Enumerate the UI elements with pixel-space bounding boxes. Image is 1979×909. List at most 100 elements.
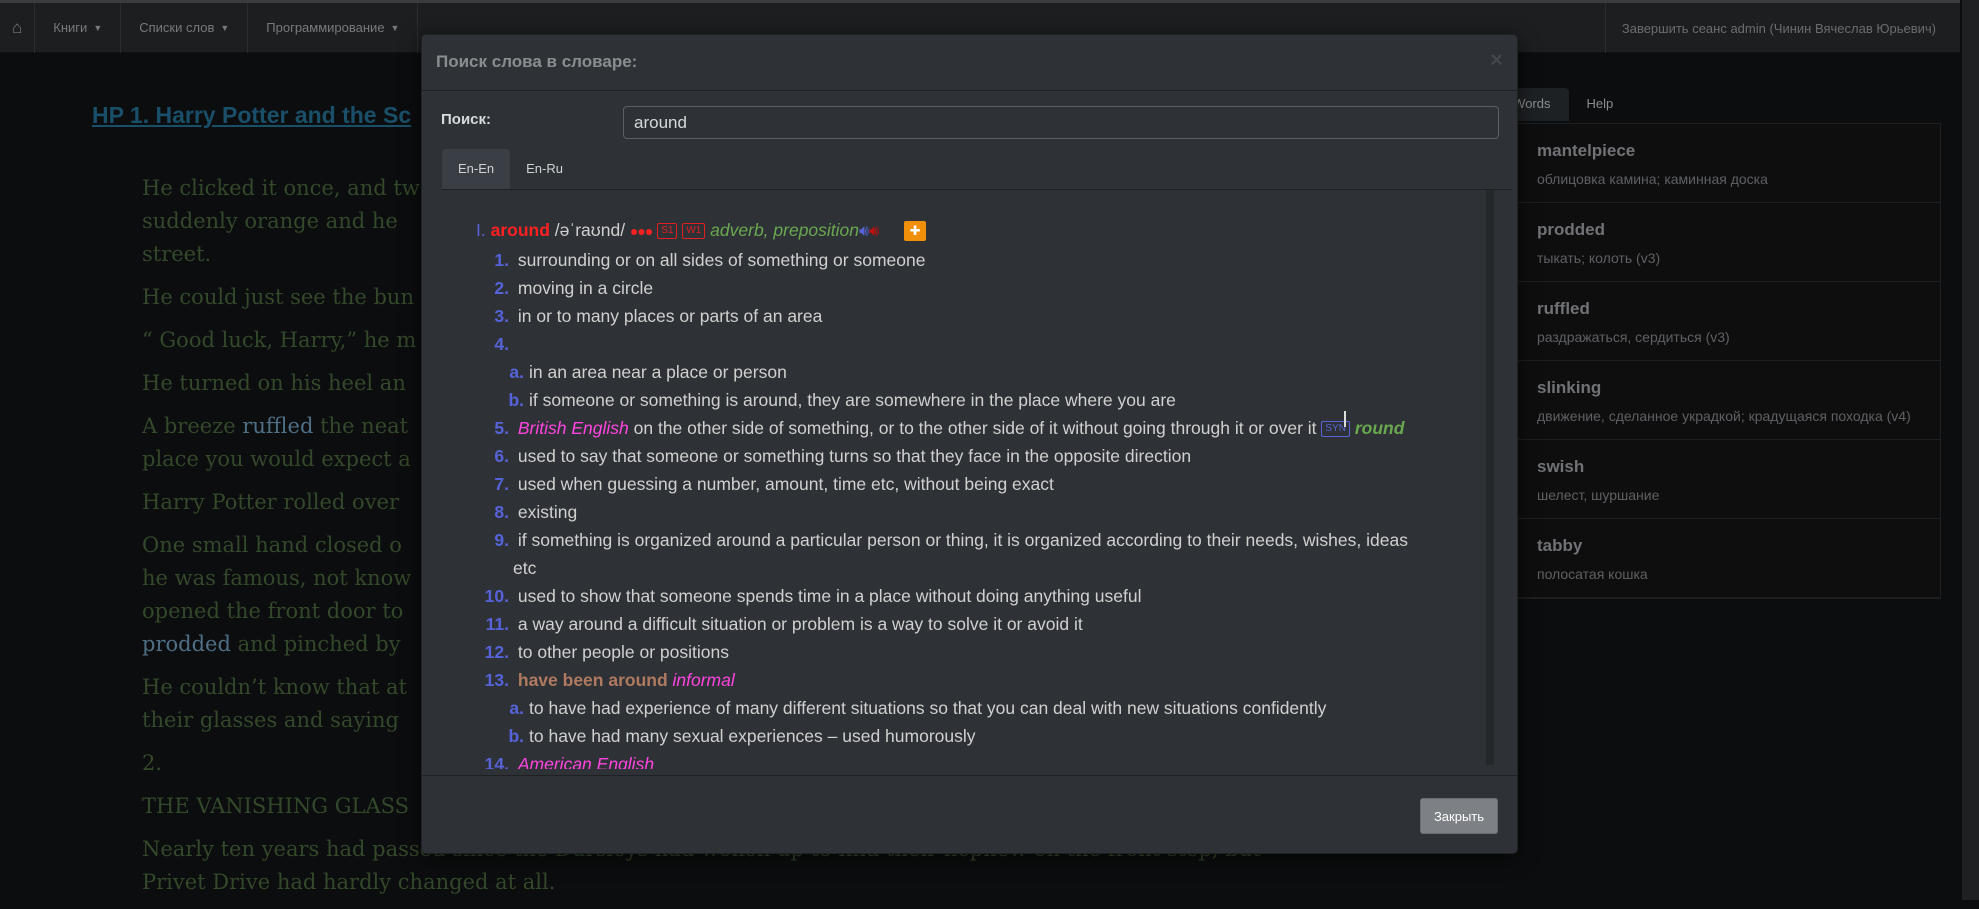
synonym-link[interactable]: round [1355, 418, 1405, 438]
book-text-line: Privet Drive had hardly changed at all. [142, 870, 556, 894]
highlighted-word[interactable]: ruffled [242, 414, 313, 438]
sense-number: 6. [494, 446, 509, 466]
speaker-blue-icon[interactable]: 🔊︎ [859, 223, 869, 240]
caret-down-icon: ▼ [93, 22, 103, 33]
word-list: mantelpiece облицовка камина; каминная до… [1500, 123, 1941, 599]
content-scrollbar[interactable] [1486, 190, 1494, 765]
dictionary-content: I. around /əˈraʊnd/ ●●● S1 W1 adverb, pr… [442, 189, 1512, 769]
book-title[interactable]: HP 1. Harry Potter and the Sc [92, 102, 411, 129]
close-icon[interactable]: × [1490, 47, 1503, 73]
book-text-line: and pinched by [230, 632, 401, 656]
sense: 6. used to say that someone or something… [442, 442, 1482, 470]
translation: шелест, шуршание [1537, 487, 1660, 503]
sense: 13. have been around informal [442, 666, 1482, 694]
nav-label: Списки слов [139, 20, 215, 35]
badge-s1: S1 [657, 223, 678, 240]
sense: 14. American English [442, 750, 1482, 769]
sense-text: if something is organized around a parti… [517, 530, 1408, 550]
part-of-speech: adverb, preposition [710, 220, 860, 240]
book-text-line: He could just see the bun [142, 285, 414, 309]
speaker-red-icon[interactable]: 🔊︎ [869, 223, 879, 240]
book-text-line: street. [142, 242, 212, 266]
sense: 1. surrounding or on all sides of someth… [442, 246, 1482, 274]
book-text-line: place you would expect a [142, 447, 411, 471]
sense-number: 5. [494, 418, 509, 438]
word: prodded [1537, 220, 1605, 239]
sense-text: surrounding or on all sides of something… [517, 250, 926, 270]
translation: тыкать; колоть (v3) [1537, 250, 1661, 266]
sense: 5. British English on the other side of … [442, 414, 1482, 442]
page-scrollbar[interactable] [1962, 0, 1979, 900]
word-list-item[interactable]: ruffled раздражаться, сердиться (v3) [1501, 282, 1940, 361]
book-text-line: he was famous, not know [142, 566, 412, 590]
home-icon[interactable]: ⌂ [0, 2, 36, 53]
word: tabby [1537, 536, 1583, 555]
sense-number: 3. [494, 306, 509, 326]
nav-books[interactable]: Книги ▼ [35, 2, 122, 53]
sense-number: 13. [484, 670, 509, 690]
book-text-line: Harry Potter rolled over [142, 490, 400, 514]
dictionary-tabs: En-En En-Ru [442, 149, 579, 189]
sense-number: 8. [494, 502, 509, 522]
tab-en-en[interactable]: En-En [442, 149, 511, 189]
sense: 8. existing [442, 498, 1482, 526]
word-list-item[interactable]: mantelpiece облицовка камина; каминная до… [1501, 124, 1940, 203]
book-text-line: the neat [313, 414, 409, 438]
search-label: Поиск: [441, 111, 492, 128]
sub-sense: b. to have had many sexual experiences – … [442, 722, 1482, 750]
entry-roman: I. [476, 220, 486, 240]
book-text-line: He clicked it once, and tw [142, 176, 420, 200]
sense-number: 9. [494, 530, 509, 550]
sub-sense-text: to have had many sexual experiences – us… [529, 726, 976, 746]
sense-number: 11. [485, 614, 509, 634]
book-text-line: opened the front door to [142, 599, 404, 623]
word-list-item[interactable]: slinking движение, сделанное украдкой; кр… [1501, 361, 1940, 440]
sense-text: existing [517, 502, 578, 522]
nav-programming[interactable]: Программирование ▼ [248, 2, 419, 53]
sense-text: moving in a circle [517, 278, 654, 298]
sense: 3. in or to many places or parts of an a… [442, 302, 1482, 330]
sense-text: in or to many places or parts of an area [517, 306, 823, 326]
close-button[interactable]: Закрыть [1420, 798, 1498, 834]
headword: around [490, 220, 550, 240]
search-input[interactable] [623, 106, 1499, 139]
modal-title: Поиск слова в словаре: [436, 52, 638, 71]
translation: полосатая кошка [1537, 566, 1648, 582]
caret-down-icon: ▼ [390, 22, 400, 33]
sub-sense: b. if someone or something is around, the… [442, 386, 1482, 414]
dictionary-entry: I. around /əˈraʊnd/ ●●● S1 W1 adverb, pr… [442, 216, 1482, 769]
entry-heading: I. around /əˈraʊnd/ ●●● S1 W1 adverb, pr… [442, 216, 1482, 246]
sense-text: used to say that someone or something tu… [517, 446, 1192, 466]
register-label: informal [672, 670, 735, 690]
sense: 2. moving in a circle [442, 274, 1482, 302]
nav-word-lists[interactable]: Списки слов ▼ [121, 2, 249, 53]
sense: 4. [442, 330, 1482, 358]
word-list-item[interactable]: prodded тыкать; колоть (v3) [1501, 203, 1940, 282]
sense: 12. to other people or positions [442, 638, 1482, 666]
sense-number: 14. [484, 754, 509, 769]
translation: облицовка камина; каминная доска [1537, 171, 1768, 187]
tab-help[interactable]: Help [1569, 88, 1632, 121]
book-text-line: He couldn’t know that at [142, 675, 407, 699]
frequency-dots: ●●● [629, 223, 653, 239]
book-text-line: He turned on his heel an [142, 371, 406, 395]
sub-sense-letter: a. [509, 698, 524, 718]
tab-en-ru[interactable]: En-Ru [510, 149, 579, 189]
sub-sense-letter: b. [508, 390, 524, 410]
modal-header: Поиск слова в словаре: × [422, 35, 1517, 91]
word-list-item[interactable]: tabby полосатая кошка [1501, 519, 1940, 598]
translation: раздражаться, сердиться (v3) [1537, 329, 1730, 345]
sense-number: 10. [484, 586, 509, 606]
sub-sense-letter: b. [508, 726, 524, 746]
logout-link[interactable]: Завершить сеанс admin (Чинин Вячеслав Юр… [1604, 3, 1952, 53]
nav-label: Книги [53, 20, 88, 35]
add-icon[interactable]: ✚ [904, 221, 927, 242]
sense-number: 2. [494, 278, 509, 298]
word-list-item[interactable]: swish шелест, шуршание [1501, 440, 1940, 519]
highlighted-word[interactable]: prodded [142, 632, 231, 656]
word: mantelpiece [1537, 141, 1636, 160]
sense: 9. if something is organized around a pa… [442, 526, 1482, 554]
sense-text: a way around a difficult situation or pr… [517, 614, 1083, 634]
sense-number: 4. [494, 334, 509, 354]
sub-sense: a. in an area near a place or person [442, 358, 1482, 386]
